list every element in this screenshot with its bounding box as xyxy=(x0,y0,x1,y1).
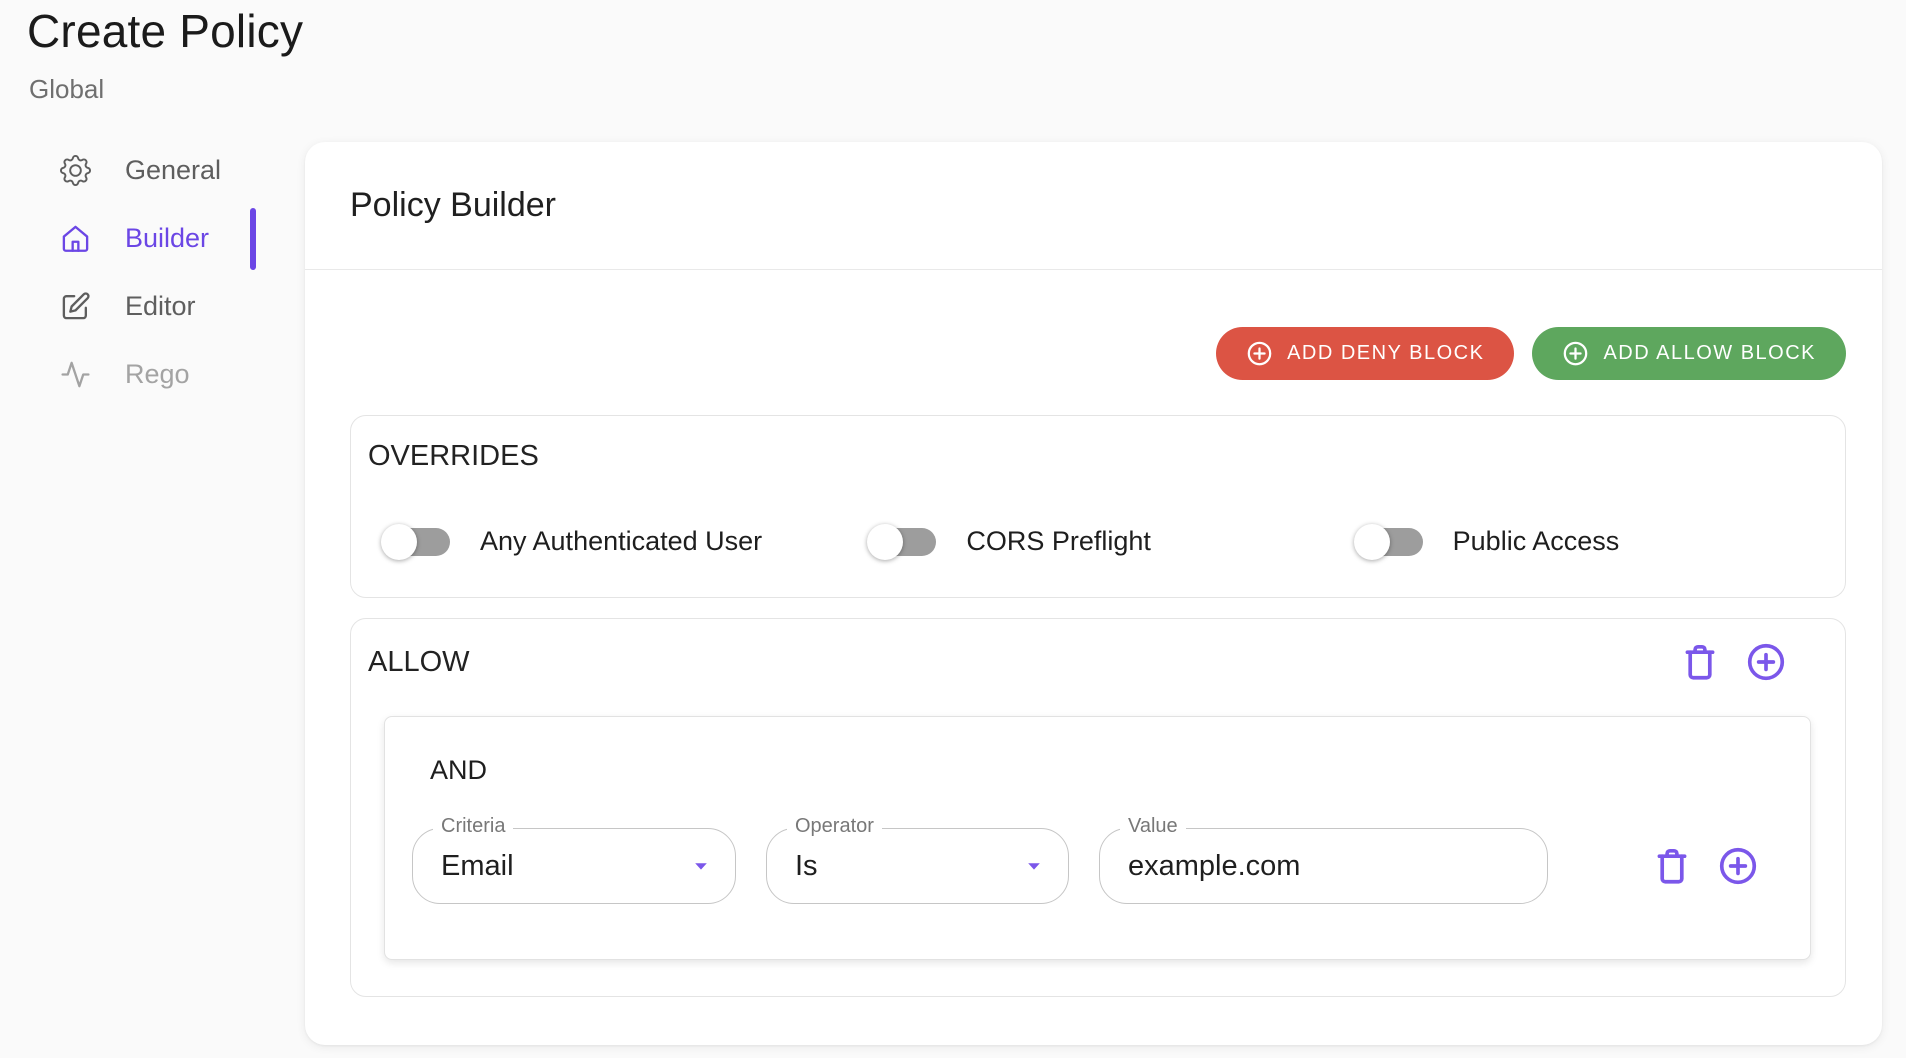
overrides-title: OVERRIDES xyxy=(351,440,1845,473)
dropdown-caret-icon xyxy=(1022,854,1046,878)
add-condition-button[interactable] xyxy=(1717,845,1759,887)
card-header: Policy Builder xyxy=(305,142,1882,270)
sidebar: General Builder Editor Rego xyxy=(0,136,258,408)
public-access-switch[interactable] xyxy=(1359,528,1427,556)
page-subtitle: Global xyxy=(29,74,104,105)
operator-selected-value: Is xyxy=(767,850,818,883)
add-group-button[interactable] xyxy=(1745,641,1787,683)
sidebar-item-builder[interactable]: Builder xyxy=(0,204,258,272)
allow-block-actions xyxy=(1679,641,1787,683)
activity-icon xyxy=(60,359,91,390)
allow-block-header: ALLOW xyxy=(351,641,1845,683)
sidebar-item-general[interactable]: General xyxy=(0,136,258,204)
page-title: Create Policy xyxy=(27,4,303,58)
add-deny-block-button[interactable]: ADD DENY BLOCK xyxy=(1216,327,1514,380)
toggle-label: Any Authenticated User xyxy=(480,526,762,557)
sidebar-item-rego[interactable]: Rego xyxy=(0,340,258,408)
overrides-section: OVERRIDES Any Authenticated User CORS Pr… xyxy=(350,415,1846,598)
toggle-label: CORS Preflight xyxy=(966,526,1151,557)
any-authenticated-user-switch[interactable] xyxy=(386,528,454,556)
home-icon xyxy=(60,223,91,254)
delete-condition-button[interactable] xyxy=(1651,845,1693,887)
switch-thumb xyxy=(381,524,417,560)
sidebar-item-label: Builder xyxy=(125,223,209,254)
condition-group-card: AND Criteria Email Operator Is Value xyxy=(384,716,1811,960)
toggle-any-authenticated-user: Any Authenticated User xyxy=(386,526,872,557)
condition-row: Criteria Email Operator Is Value xyxy=(412,828,1765,904)
switch-thumb xyxy=(867,524,903,560)
add-deny-block-label: ADD DENY BLOCK xyxy=(1287,342,1484,365)
add-allow-block-button[interactable]: ADD ALLOW BLOCK xyxy=(1532,327,1846,380)
toggle-label: Public Access xyxy=(1453,526,1620,557)
operator-select[interactable]: Operator Is xyxy=(766,828,1069,904)
add-allow-block-label: ADD ALLOW BLOCK xyxy=(1603,342,1816,365)
gear-icon xyxy=(60,155,91,186)
condition-row-actions xyxy=(1651,845,1759,887)
group-operator-label: AND xyxy=(430,755,1765,786)
sidebar-item-label: Editor xyxy=(125,291,196,322)
criteria-select[interactable]: Criteria Email xyxy=(412,828,736,904)
value-field: Value xyxy=(1099,828,1548,904)
plus-circle-icon xyxy=(1562,340,1589,367)
sidebar-active-indicator xyxy=(250,208,256,270)
toggle-cors-preflight: CORS Preflight xyxy=(872,526,1358,557)
value-input[interactable] xyxy=(1100,850,1500,883)
cors-preflight-switch[interactable] xyxy=(872,528,940,556)
allow-block-section: ALLOW AND Criteria Email xyxy=(350,618,1846,997)
dropdown-caret-icon xyxy=(689,854,713,878)
card-body: ADD DENY BLOCK ADD ALLOW BLOCK OVERRIDES… xyxy=(305,327,1882,997)
allow-block-title: ALLOW xyxy=(368,646,470,679)
value-field-label: Value xyxy=(1120,815,1186,838)
trash-icon xyxy=(1679,641,1721,683)
sidebar-item-label: Rego xyxy=(125,359,190,390)
plus-circle-icon xyxy=(1745,641,1787,683)
switch-thumb xyxy=(1354,524,1390,560)
sidebar-item-editor[interactable]: Editor xyxy=(0,272,258,340)
criteria-select-label: Criteria xyxy=(433,815,513,838)
toggle-public-access: Public Access xyxy=(1359,526,1845,557)
operator-select-label: Operator xyxy=(787,815,882,838)
policy-builder-card: Policy Builder ADD DENY BLOCK ADD ALLOW … xyxy=(305,142,1882,1045)
plus-circle-icon xyxy=(1246,340,1273,367)
trash-icon xyxy=(1651,845,1693,887)
edit-icon xyxy=(60,291,91,322)
plus-circle-icon xyxy=(1717,845,1759,887)
criteria-selected-value: Email xyxy=(413,850,514,883)
overrides-toggles: Any Authenticated User CORS Preflight Pu… xyxy=(351,526,1845,557)
actions-row: ADD DENY BLOCK ADD ALLOW BLOCK xyxy=(350,327,1846,380)
card-title: Policy Builder xyxy=(350,186,556,225)
sidebar-item-label: General xyxy=(125,155,221,186)
delete-allow-block-button[interactable] xyxy=(1679,641,1721,683)
